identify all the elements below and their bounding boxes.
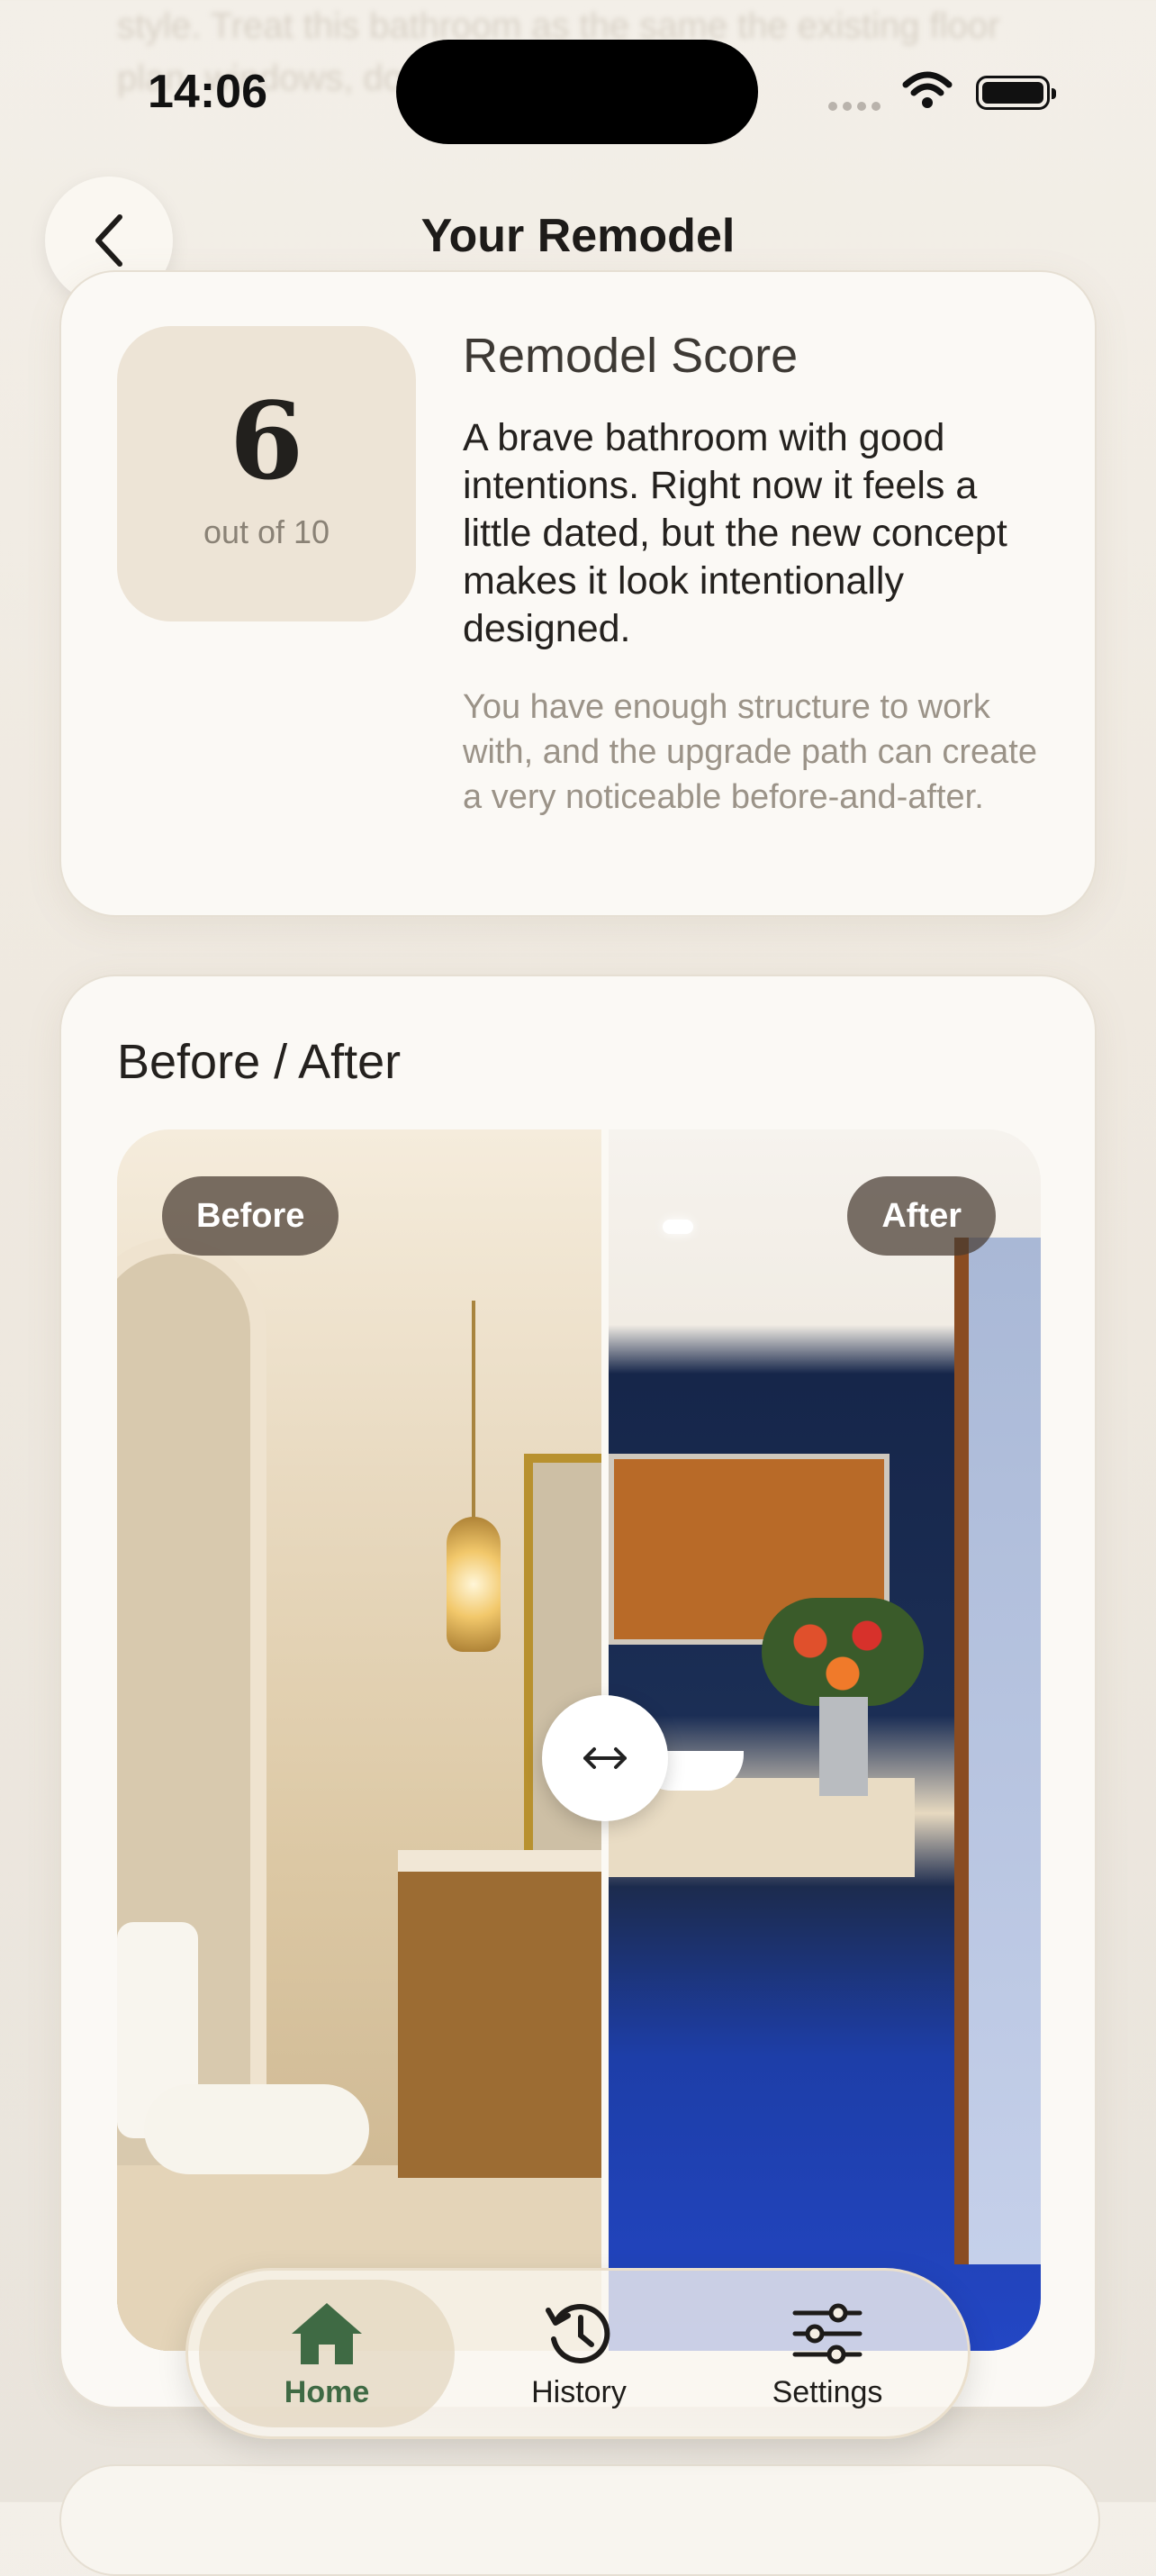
tab-settings[interactable]: Settings xyxy=(700,2280,955,2427)
tab-history-label: History xyxy=(531,2375,627,2409)
history-icon xyxy=(546,2304,610,2363)
toilet-bowl xyxy=(144,2084,369,2174)
before-after-card: Before / After Before After xyxy=(59,975,1097,2408)
frosted-window xyxy=(954,1238,1041,2264)
tab-bar: Home History Settings xyxy=(185,2268,971,2439)
status-bar: 14:06 xyxy=(0,0,1156,180)
battery-icon xyxy=(976,76,1056,110)
pendant-lamp xyxy=(447,1517,501,1652)
after-image xyxy=(609,1129,1041,2351)
wood-vanity xyxy=(398,1850,614,2178)
tab-home-label: Home xyxy=(284,2375,370,2409)
after-label: After xyxy=(847,1176,996,1256)
before-label: Before xyxy=(162,1176,339,1256)
dynamic-island xyxy=(396,40,758,144)
slider-handle[interactable] xyxy=(542,1695,668,1821)
score-title: Remodel Score xyxy=(463,329,799,383)
wifi-icon xyxy=(902,70,953,114)
before-after-title: Before / After xyxy=(117,1035,402,1089)
score-summary: A brave bathroom with good intentions. R… xyxy=(463,416,1007,650)
arrows-horizontal-icon xyxy=(583,1747,627,1769)
before-image xyxy=(117,1129,623,2351)
flower-arrangement xyxy=(762,1598,924,1706)
score-note: You have enough structure to work with, … xyxy=(463,688,1038,816)
tab-home[interactable]: Home xyxy=(199,2280,455,2427)
score-suffix: out of 10 xyxy=(203,513,330,550)
sliders-icon xyxy=(792,2303,862,2364)
ceiling-light xyxy=(663,1220,693,1234)
metal-vase xyxy=(819,1697,868,1796)
page-title: Your Remodel xyxy=(420,210,736,262)
score-tile: 6 out of 10 xyxy=(117,326,416,621)
next-card-peek xyxy=(59,2464,1100,2576)
remodel-score-card: 6 out of 10 Remodel Score A brave bathro… xyxy=(59,270,1097,917)
home-icon xyxy=(292,2303,362,2364)
score-value: 6 xyxy=(229,378,304,503)
cellular-signal-icon xyxy=(828,99,886,115)
status-time: 14:06 xyxy=(148,66,267,118)
tab-history[interactable]: History xyxy=(451,2280,707,2427)
comparison-slider[interactable]: Before After xyxy=(117,1129,1041,2351)
tab-settings-label: Settings xyxy=(772,2375,883,2409)
